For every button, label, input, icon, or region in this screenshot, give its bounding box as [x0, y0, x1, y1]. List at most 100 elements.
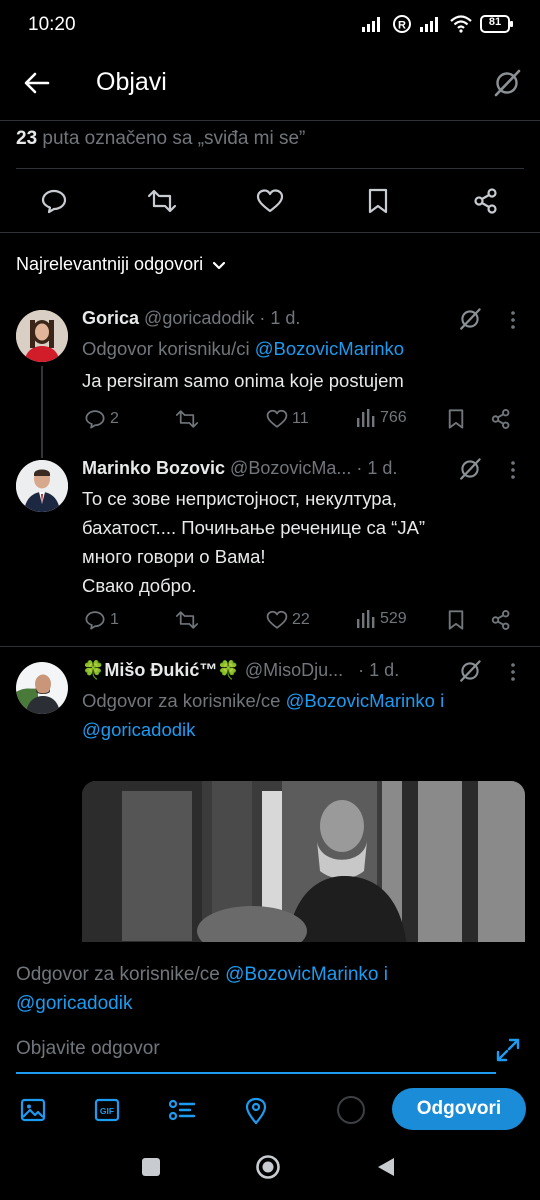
chevron-down-icon: [211, 257, 227, 273]
retweet-count[interactable]: [175, 609, 199, 631]
bookmark-icon[interactable]: [365, 187, 391, 215]
home-icon[interactable]: [255, 1154, 281, 1180]
like-count[interactable]: 22: [266, 609, 310, 631]
image-icon[interactable]: [20, 1097, 46, 1123]
divider: [16, 168, 524, 169]
reply-item[interactable]: Marinko Bozovic @BozovicMa... · 1 d. То …: [0, 446, 540, 646]
video-preview[interactable]: [82, 781, 525, 946]
retweet-icon: [175, 408, 199, 430]
views-icon: [356, 408, 376, 428]
recent-apps-icon[interactable]: [141, 1157, 161, 1177]
grok-icon[interactable]: [458, 659, 482, 683]
thread-line: [41, 366, 43, 458]
avatar[interactable]: [16, 662, 68, 714]
reply-prefix: Odgovor za korisnike/ce: [82, 690, 281, 711]
gif-icon[interactable]: GIF: [94, 1097, 120, 1123]
bookmark-icon[interactable]: [445, 408, 467, 430]
heart-icon: [266, 609, 288, 631]
wifi-icon: [450, 15, 472, 33]
author-name[interactable]: 🍀Mišo Đukić™🍀: [82, 660, 240, 680]
author-handle[interactable]: @BozovicMa...: [230, 458, 351, 478]
battery-level: 81: [488, 16, 502, 28]
status-icons: R 81: [362, 14, 514, 34]
more-options-icon[interactable]: [506, 460, 520, 480]
reply-icon: [84, 609, 106, 631]
avatar[interactable]: [16, 310, 68, 362]
likes-text: puta označeno sa „sviđa mi se”: [42, 128, 306, 149]
reply-to-line: Odgovor za korisnike/ce @BozovicMarinko …: [82, 686, 522, 744]
reply-meta: Gorica @goricadodik · 1 d.: [82, 308, 300, 329]
reply-text: Ja persiram samo onima koje postujem: [82, 370, 404, 391]
sort-dropdown[interactable]: Najrelevantniji odgovori: [16, 254, 227, 275]
avatar[interactable]: [16, 460, 68, 512]
reply-composer: Odgovor za korisnike/ce @BozovicMarinko …: [0, 942, 540, 1148]
author-name[interactable]: Gorica: [82, 308, 139, 328]
author-handle[interactable]: @MisoDju...: [245, 660, 343, 680]
author-handle[interactable]: @goricadodik: [144, 308, 254, 328]
reply-prefix: Odgovor korisniku/ci: [82, 338, 250, 359]
post-actions: [0, 170, 540, 232]
retweet-count[interactable]: [175, 408, 199, 430]
retweet-icon: [175, 609, 199, 631]
character-counter: [337, 1096, 365, 1124]
reply-icon[interactable]: [40, 187, 68, 215]
reply-count[interactable]: 2: [84, 408, 119, 430]
author-name[interactable]: Marinko Bozovic: [82, 458, 225, 478]
share-icon[interactable]: [490, 408, 512, 430]
post-time: · 1 d.: [356, 458, 398, 478]
share-icon[interactable]: [472, 187, 500, 215]
post-time: · 1 d.: [358, 660, 400, 680]
divider: [0, 232, 540, 233]
expand-icon[interactable]: [494, 1036, 522, 1064]
input-underline: [16, 1072, 496, 1074]
back-arrow-icon[interactable]: [22, 68, 52, 98]
svg-text:GIF: GIF: [100, 1106, 114, 1116]
reply-meta: Marinko Bozovic @BozovicMa... · 1 d.: [82, 458, 397, 479]
share-icon[interactable]: [490, 609, 512, 631]
signal-icon: [362, 16, 384, 32]
sort-label: Najrelevantniji odgovori: [16, 254, 204, 274]
likes-summary[interactable]: 23 puta označeno sa „sviđa mi se”: [16, 128, 305, 150]
like-count[interactable]: 11: [266, 408, 309, 430]
reply-meta: 🍀Mišo Đukić™🍀 @MisoDju... · 1 d.: [82, 660, 399, 681]
post-time: · 1 d.: [259, 308, 301, 328]
status-time: 10:20: [28, 14, 76, 35]
poll-icon[interactable]: [168, 1097, 196, 1123]
divider: [0, 120, 540, 121]
battery-icon: 81: [480, 15, 514, 33]
mention-link[interactable]: @goricadodik: [16, 993, 132, 1014]
mention-link[interactable]: @BozovicMarinko: [225, 964, 378, 985]
reply-item[interactable]: Gorica @goricadodik · 1 d. Odgovor koris…: [0, 296, 540, 446]
heart-icon: [266, 408, 288, 430]
compose-reply-to: Odgovor za korisnike/ce @BozovicMarinko …: [16, 964, 389, 1014]
more-options-icon[interactable]: [506, 662, 520, 682]
location-icon[interactable]: [244, 1097, 268, 1125]
reply-input[interactable]: Objavite odgovor: [16, 1038, 160, 1060]
grok-icon[interactable]: [492, 68, 522, 98]
retweet-icon[interactable]: [147, 187, 177, 215]
grok-icon[interactable]: [458, 457, 482, 481]
mention-link[interactable]: @BozovicMarinko: [255, 338, 404, 359]
bookmark-icon[interactable]: [445, 609, 467, 631]
reply-to-line: Odgovor korisniku/ci @BozovicMarinko: [82, 334, 404, 363]
reply-count[interactable]: 1: [84, 609, 119, 631]
divider: [0, 646, 540, 647]
mention-link[interactable]: @goricadodik: [82, 719, 195, 740]
mention-link[interactable]: @BozovicMarinko: [286, 690, 435, 711]
signal-icon-2: [420, 16, 442, 32]
view-count[interactable]: 529: [356, 609, 407, 629]
view-count[interactable]: 766: [356, 408, 407, 428]
reply-text: То се зове непристојност, некултура, бах…: [82, 488, 426, 596]
heart-icon[interactable]: [256, 187, 284, 215]
reply-button[interactable]: Odgovori: [392, 1088, 526, 1130]
reply-icon: [84, 408, 106, 430]
status-bar: 10:20 R 81: [0, 0, 540, 52]
system-nav-bar: [0, 1148, 540, 1200]
top-header: Objavi: [0, 52, 540, 118]
back-nav-icon[interactable]: [375, 1156, 397, 1178]
grok-icon[interactable]: [458, 307, 482, 331]
page-title: Objavi: [96, 68, 167, 96]
registered-icon: R: [392, 14, 412, 34]
more-options-icon[interactable]: [506, 310, 520, 330]
mention-joiner: i: [440, 690, 445, 711]
